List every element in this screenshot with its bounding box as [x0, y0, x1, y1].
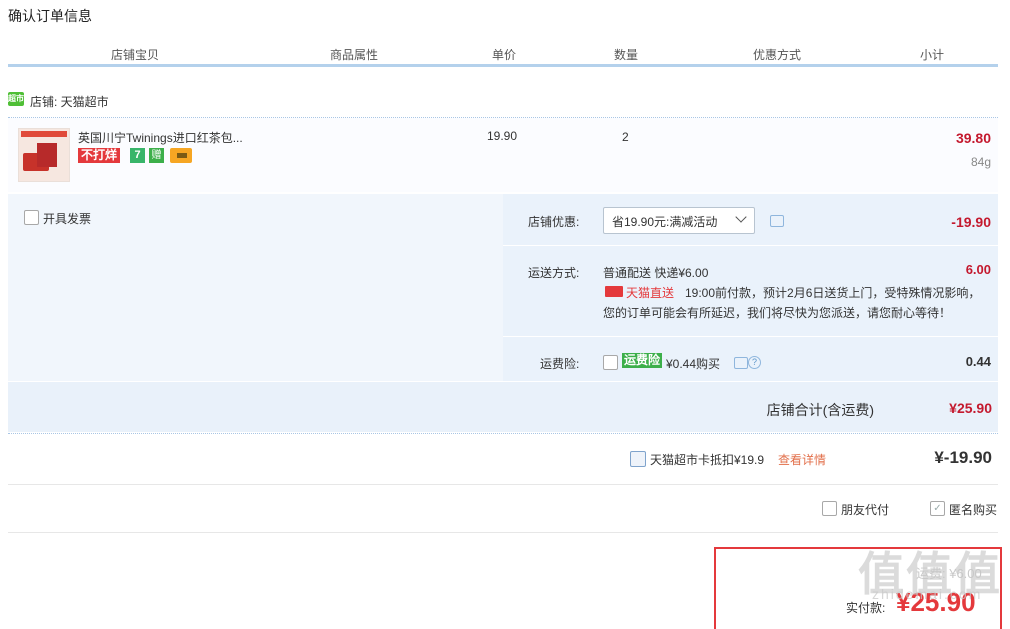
- comment-icon[interactable]: [734, 357, 748, 369]
- store-total-row: 店铺合计(含运费) ¥25.90: [8, 382, 998, 432]
- tmall-logo-icon: [605, 286, 623, 297]
- shipping-amount: 6.00: [965, 262, 991, 277]
- thumbnail-banner: [21, 131, 67, 137]
- shipping-note-line2: 您的订单可能会有所延迟，我们将尽快为您派送，请您耐心等待！: [603, 306, 952, 320]
- item-weight: 84g: [970, 155, 991, 169]
- header-discount: 优惠方式: [753, 48, 802, 62]
- header-underline: [8, 64, 998, 67]
- product-thumbnail[interactable]: [18, 128, 70, 182]
- invoice-checkbox[interactable]: [24, 210, 39, 225]
- header-separator: [686, 62, 688, 64]
- page-title: 确认订单信息: [8, 8, 92, 24]
- watermark-subtext: zhidemai.com: [872, 586, 983, 602]
- insurance-amount: 0.44: [965, 354, 991, 369]
- header-separator: [866, 62, 868, 64]
- unit-price: 19.90: [487, 129, 518, 143]
- tmall-supermarket-icon: 超市: [8, 92, 24, 106]
- item-subtotal: 39.80: [955, 130, 991, 146]
- quantity: 2: [622, 130, 629, 144]
- chevron-down-icon: [735, 211, 747, 223]
- order-options-panel: 开具发票 店铺优惠: 省19.90元:满减活动 -19.90 运送方式: 普通配…: [8, 194, 998, 381]
- store-name[interactable]: 店铺: 天猫超市: [30, 93, 109, 110]
- no-discount-badge: 不打烊: [78, 148, 121, 163]
- divider: [8, 433, 998, 434]
- friend-pay-label: 朋友代付: [841, 503, 890, 517]
- shipping-label: 运送方式:: [528, 266, 580, 280]
- header-quantity: 数量: [614, 48, 639, 62]
- card-deduct-checkbox[interactable]: [630, 451, 646, 467]
- insurance-price: ¥0.44购买: [666, 357, 721, 371]
- store-discount-label: 店铺优惠:: [528, 215, 580, 229]
- friend-pay-checkbox[interactable]: [822, 501, 837, 516]
- shipping-note-line1: 19:00前付款，预计2月6日送货上门，受特殊情况影响，: [685, 286, 981, 300]
- card-payment-icon: [170, 148, 192, 163]
- anonymous-label: 匿名购买: [949, 503, 998, 517]
- divider: [503, 245, 998, 246]
- insurance-checkbox[interactable]: [603, 355, 618, 370]
- store-discount-select[interactable]: 省19.90元:满减活动: [603, 207, 755, 234]
- insurance-label: 运费险:: [540, 357, 580, 371]
- product-name-link[interactable]: 英国川宁Twinings进口红茶包...: [78, 129, 258, 146]
- store-total-label: 店铺合计(含运费): [766, 402, 874, 418]
- comment-icon[interactable]: [770, 215, 784, 227]
- header-store-item: 店铺宝贝: [111, 48, 160, 62]
- card-deduction-row: 天猫超市卡抵扣¥19.9 查看详情 ¥-19.90: [8, 436, 998, 484]
- store-discount-amount: -19.90: [951, 214, 991, 230]
- header-subtotal: 小计: [920, 48, 945, 62]
- order-item-row: 英国川宁Twinings进口红茶包... 不打烊 7 赠 19.90 2 39.…: [8, 118, 998, 192]
- header-separator: [565, 62, 567, 64]
- anonymous-checkbox[interactable]: ✓: [930, 501, 945, 516]
- card-deduct-text: 天猫超市卡抵扣¥19.9: [650, 453, 765, 467]
- insurance-badge: 运费险: [622, 353, 663, 368]
- invoice-label: 开具发票: [43, 212, 92, 226]
- store-discount-value: 省19.90元:满减活动: [612, 215, 718, 229]
- header-unit-price: 单价: [492, 48, 517, 62]
- header-attributes: 商品属性: [330, 48, 379, 62]
- gift-icon: 赠: [149, 148, 164, 163]
- header-separator: [444, 62, 446, 64]
- help-icon[interactable]: ?: [748, 356, 761, 369]
- seven-day-return-icon: 7: [130, 148, 145, 163]
- tmall-direct-label: 天猫直送: [626, 286, 675, 300]
- divider: [8, 532, 998, 533]
- thumbnail-box: [37, 143, 57, 167]
- header-separator: [262, 62, 264, 64]
- divider: [503, 336, 998, 337]
- view-details-link[interactable]: 查看详情: [778, 451, 826, 468]
- store-total-value: ¥25.90: [949, 400, 992, 416]
- divider: [8, 484, 998, 485]
- store-row: 超市 店铺: 天猫超市: [8, 90, 998, 116]
- shipping-method: 普通配送 快递¥6.00: [603, 266, 709, 280]
- card-deduct-value: ¥-19.90: [934, 448, 992, 467]
